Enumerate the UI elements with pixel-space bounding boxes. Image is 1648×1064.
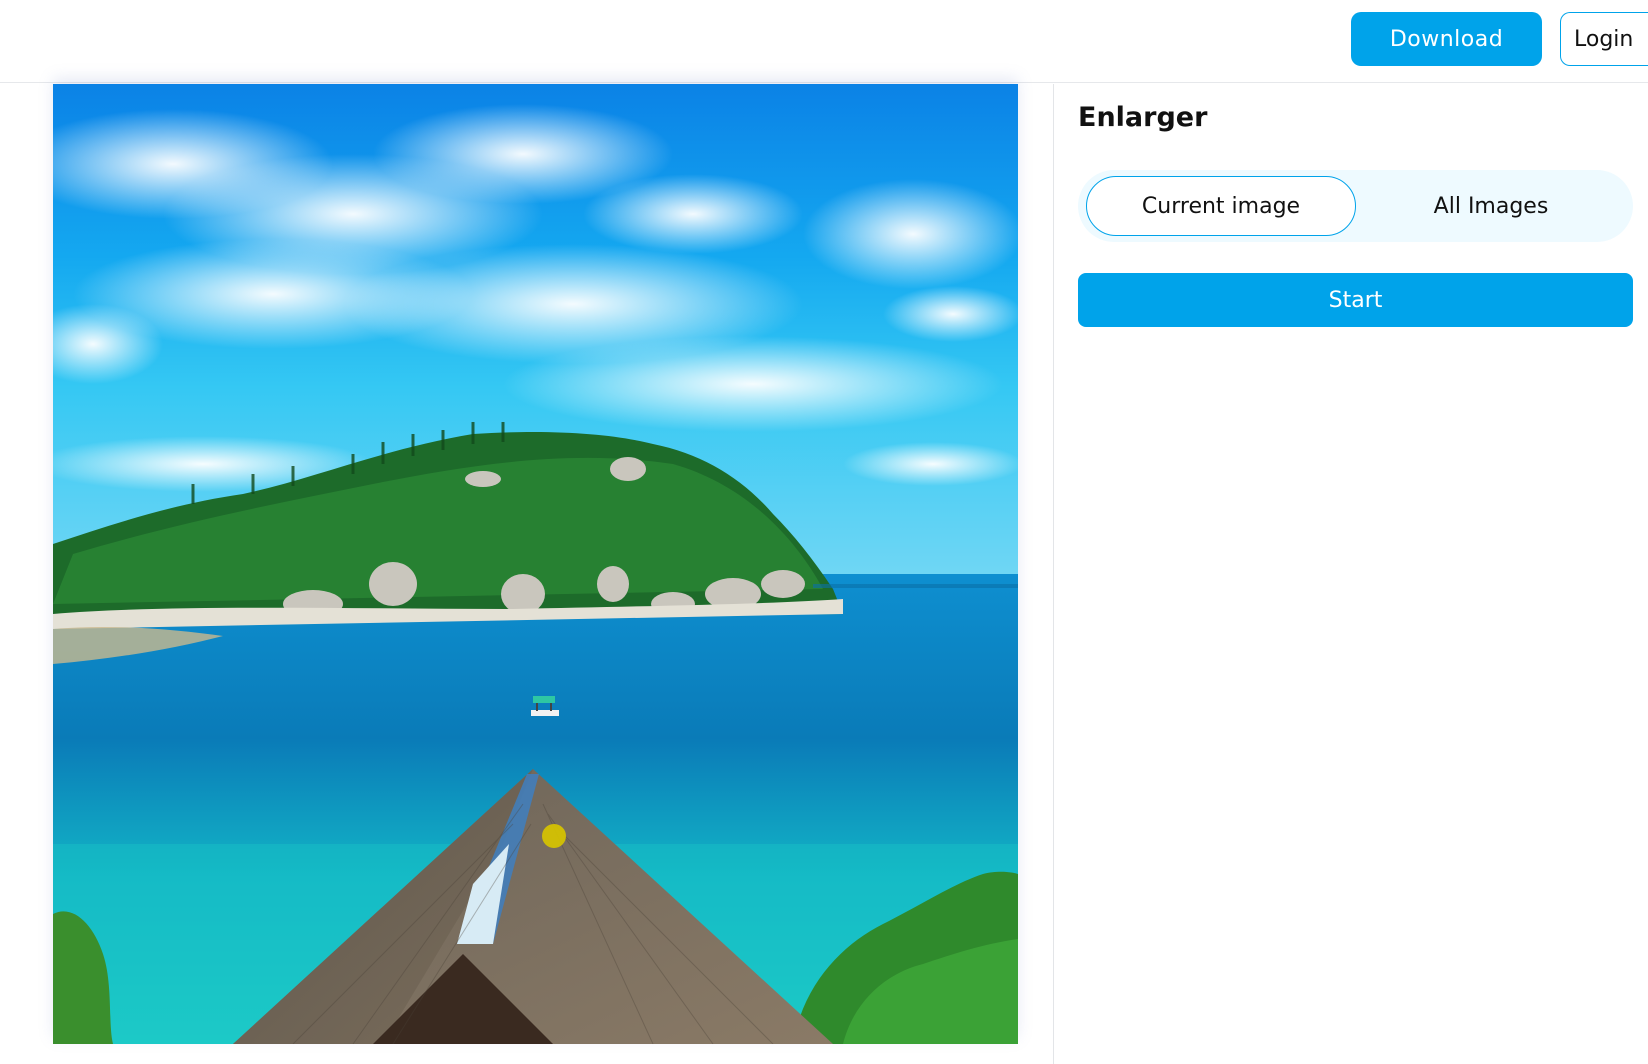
photo-illustration	[53, 84, 1018, 1044]
cursor-indicator	[542, 824, 566, 848]
tab-current-image[interactable]: Current image	[1086, 176, 1356, 236]
enlarger-panel: Enlarger Current image All Images Start	[1053, 84, 1648, 1064]
panel-title: Enlarger	[1078, 102, 1208, 133]
top-bar: Download Login	[0, 0, 1648, 83]
download-button[interactable]: Download	[1351, 12, 1542, 66]
image-preview[interactable]	[53, 84, 1018, 1044]
image-scope-toggle: Current image All Images	[1078, 170, 1633, 242]
canvas-area	[0, 84, 1053, 1064]
tab-all-images[interactable]: All Images	[1356, 176, 1626, 236]
start-button[interactable]: Start	[1078, 273, 1633, 327]
login-button[interactable]: Login	[1560, 12, 1648, 66]
